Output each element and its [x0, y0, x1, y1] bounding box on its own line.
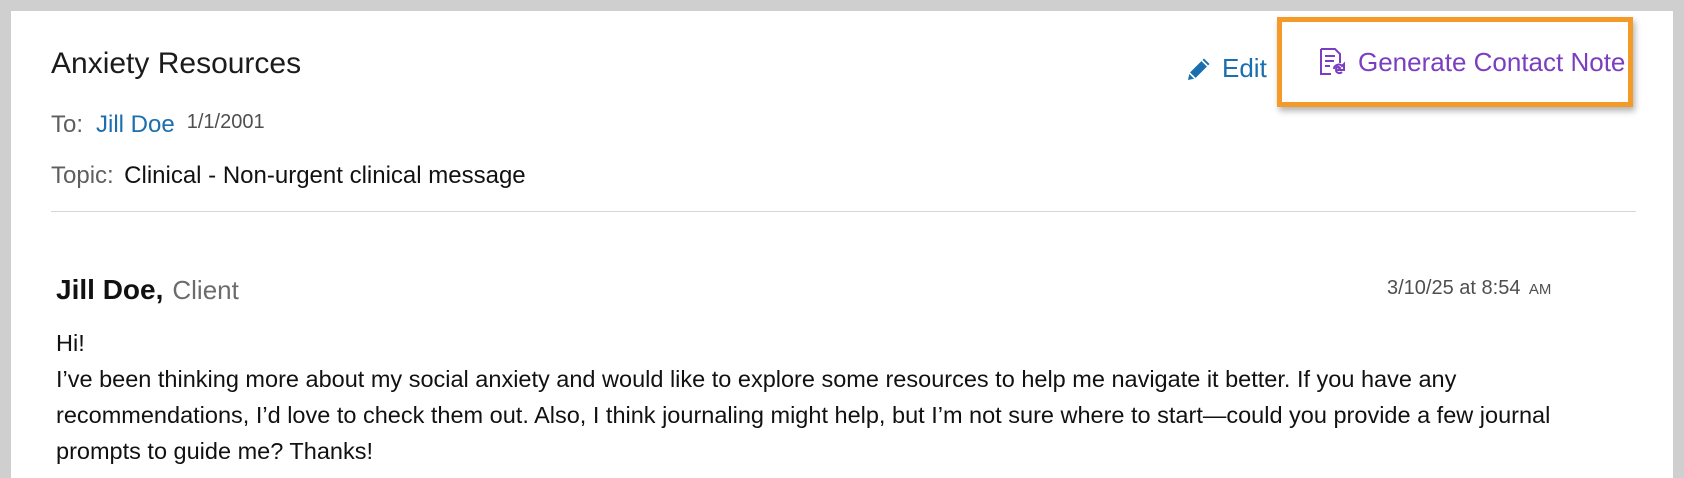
- message-paragraph: I’ve been thinking more about my social …: [56, 366, 1551, 464]
- generate-contact-note-label: Generate Contact Note: [1358, 46, 1626, 77]
- sender-role: Client: [172, 275, 239, 305]
- recipient-name-link[interactable]: Jill Doe: [96, 111, 175, 139]
- message-subject: Anxiety Resources: [51, 47, 302, 80]
- message-body: Hi! I’ve been thinking more about my soc…: [56, 325, 1616, 469]
- edit-button[interactable]: Edit: [1185, 53, 1267, 84]
- to-label: To:: [51, 111, 84, 138]
- generate-contact-note-button[interactable]: Generate Contact Note: [1277, 17, 1633, 107]
- timestamp-ampm: AM: [1528, 281, 1552, 298]
- contact-note-icon: [1318, 47, 1346, 77]
- sender-name: Jill Doe,: [56, 274, 164, 305]
- edit-label: Edit: [1222, 53, 1267, 83]
- recipient-dob: 1/1/2001: [186, 111, 265, 133]
- recipient-row: To: Jill Doe 1/1/2001: [51, 111, 265, 139]
- topic-value: Clinical - Non-urgent clinical message: [124, 162, 526, 189]
- pencil-icon: [1185, 55, 1213, 83]
- message-greeting: Hi!: [56, 330, 85, 356]
- topic-label: Topic:: [51, 162, 114, 189]
- timestamp-date-time: 3/10/25 at 8:54: [1387, 277, 1521, 299]
- header-divider: [51, 211, 1636, 212]
- message-sender: Jill Doe, Client: [56, 274, 239, 306]
- message-timestamp: 3/10/25 at 8:54 AM: [1387, 277, 1551, 300]
- message-panel: Anxiety Resources To: Jill Doe 1/1/2001 …: [11, 11, 1673, 478]
- topic-row: Topic: Clinical - Non-urgent clinical me…: [51, 162, 526, 190]
